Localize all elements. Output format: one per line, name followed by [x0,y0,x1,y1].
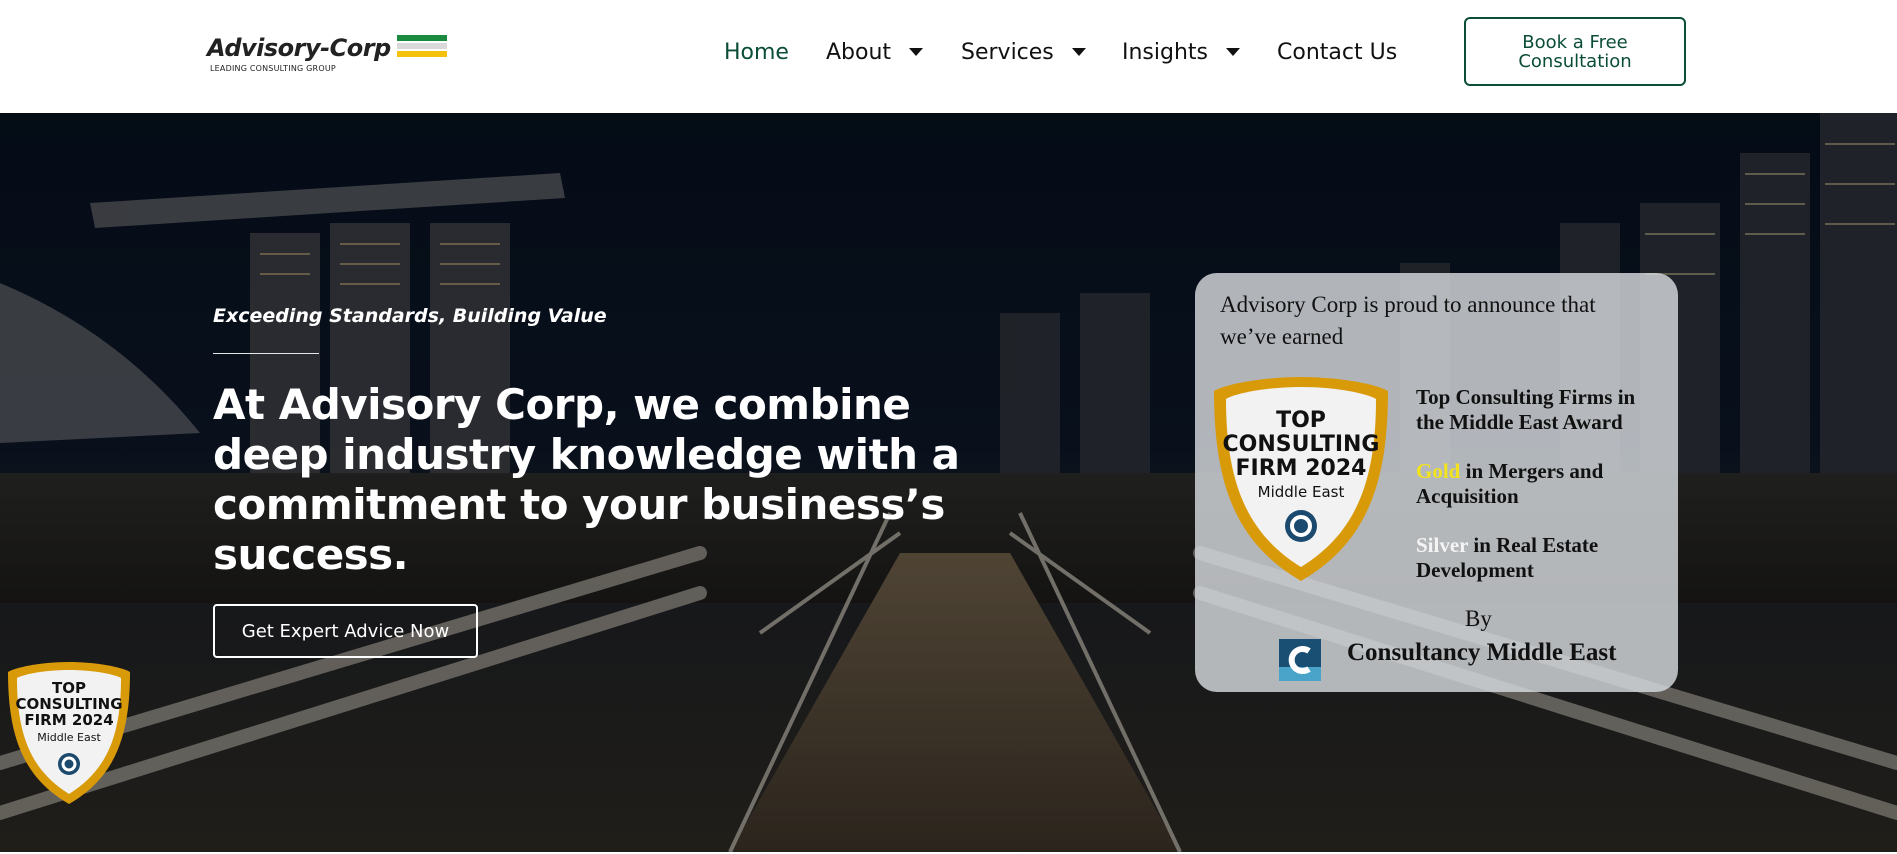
nav-item-contact[interactable]: Contact Us [1277,37,1397,67]
nav-item-label: Home [724,39,789,65]
nav-item-services[interactable]: Services [961,37,1086,67]
badge-line3: FIRM 2024 [1235,456,1367,481]
badge-region: Middle East [37,731,101,744]
nav-item-label: Insights [1122,39,1209,65]
nav-item-label: Services [961,39,1054,65]
caret-down-icon [1226,48,1241,56]
site-header: Advisory-Corp LEADING CONSULTING GROUP H… [0,0,1897,113]
award-silver-line: Silver in Real Estate Development [1416,533,1666,583]
award-gold-line: Gold in Mergers and Acquisition [1416,459,1666,509]
tagline-divider [213,353,319,354]
caret-down-icon [1071,48,1086,56]
get-expert-advice-button[interactable]: Get Expert Advice Now [213,604,478,658]
silver-label: Silver [1416,533,1469,557]
gold-label: Gold [1416,459,1461,483]
consultancy-me-logo-icon [1279,639,1321,681]
badge-line3: FIRM 2024 [24,711,114,729]
badge-line2: CONSULTING [1222,432,1380,457]
nav-item-about[interactable]: About [826,37,924,67]
award-badge-large: TOP CONSULTING FIRM 2024 Middle East [1208,373,1394,585]
hero-headline: At Advisory Corp, we combine deep indust… [213,380,960,579]
nav-item-label: About [826,39,892,65]
award-announcement-card: Advisory Corp is proud to announce that … [1195,273,1678,692]
award-title: Top Consulting Firms in the Middle East … [1416,385,1636,434]
award-org-name: Consultancy Middle East [1347,639,1617,666]
award-badge-small[interactable]: TOP CONSULTING FIRM 2024 Middle East [4,658,134,808]
nav-item-home[interactable]: Home [724,37,789,67]
nav-item-label: Contact Us [1277,39,1398,65]
hero-tagline: Exceeding Standards, Building Value [213,305,607,327]
badge-line2: CONSULTING [15,695,123,713]
logo-tagline: LEADING CONSULTING GROUP [210,64,336,73]
award-intro: Advisory Corp is proud to announce that … [1220,292,1596,349]
badge-line1: TOP [1276,408,1326,433]
hero-section: Exceeding Standards, Building Value At A… [0,113,1897,852]
badge-line1: TOP [52,679,86,697]
logo-name: Advisory-Corp [207,34,391,62]
logo-bars-icon [397,35,447,63]
badge-region: Middle East [1257,483,1345,501]
nav-item-insights[interactable]: Insights [1122,37,1241,67]
cta-label: Book a Free Consultation [1518,31,1632,72]
brand-logo[interactable]: Advisory-Corp LEADING CONSULTING GROUP [207,34,447,76]
award-by: By [1465,606,1492,631]
book-consultation-button[interactable]: Book a Free Consultation [1464,17,1686,86]
hero-button-label: Get Expert Advice Now [241,620,450,642]
caret-down-icon [909,48,924,56]
